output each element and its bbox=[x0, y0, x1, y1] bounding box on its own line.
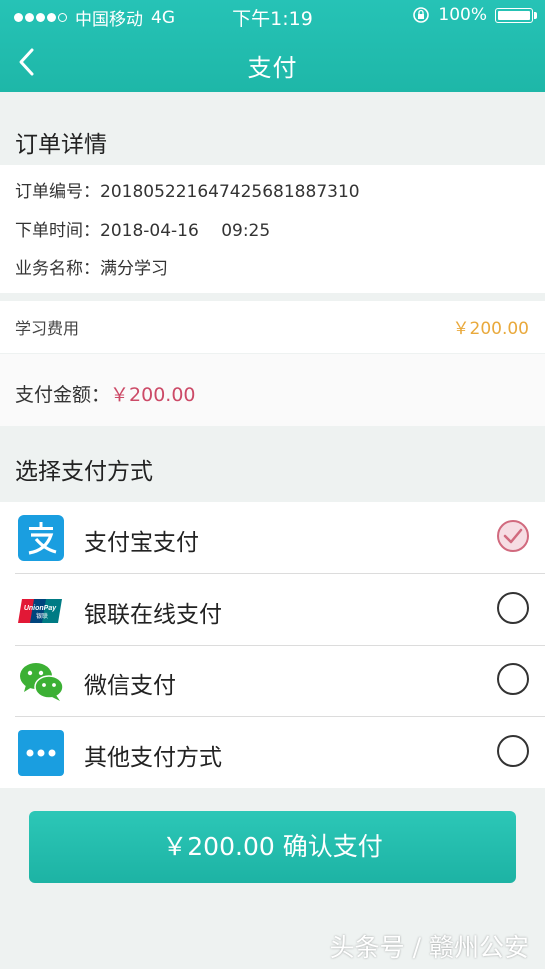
fee-row: 学习费用 ￥200.00 bbox=[0, 301, 545, 353]
amount-value: ￥200.00 bbox=[110, 384, 196, 406]
nav-bar: 支付 bbox=[0, 36, 545, 88]
checkmark-icon bbox=[503, 528, 523, 544]
other-payment-label: 其他支付方式 bbox=[84, 745, 222, 771]
order-time-row: 下单时间：2018-04-16 09:25 bbox=[15, 216, 270, 241]
payment-option-other[interactable]: 其他支付方式 bbox=[15, 717, 545, 788]
order-time-value: 2018-04-16 09:25 bbox=[100, 221, 271, 241]
unionpay-label: 银联在线支付 bbox=[84, 602, 222, 628]
svg-text:UnionPay: UnionPay bbox=[24, 605, 57, 612]
amount-text: 支付金额：￥200.00 bbox=[15, 380, 196, 407]
battery-percentage: 100% bbox=[438, 5, 487, 25]
fee-value: ￥200.00 bbox=[452, 319, 529, 339]
payment-option-alipay[interactable]: 支付宝支付 bbox=[15, 502, 545, 574]
payment-options-card: 支付宝支付 UnionPay 银联 银联在线支付 微信支付 其他支付方式 bbox=[0, 502, 545, 788]
radio-wechat[interactable] bbox=[497, 663, 529, 695]
alipay-label: 支付宝支付 bbox=[84, 530, 199, 556]
payment-option-wechat[interactable]: 微信支付 bbox=[15, 645, 545, 717]
page-title: 支付 bbox=[247, 54, 298, 82]
confirm-payment-button[interactable]: ￥200.00 确认支付 bbox=[29, 811, 516, 883]
wechat-icon bbox=[20, 663, 64, 701]
header: 中国移动 4G 下午1:19 100% 支付 bbox=[0, 0, 545, 92]
status-bar: 中国移动 4G 下午1:19 100% bbox=[0, 0, 545, 30]
amount-row: 支付金额：￥200.00 bbox=[0, 354, 545, 426]
payment-option-unionpay[interactable]: UnionPay 银联 银联在线支付 bbox=[15, 574, 545, 646]
service-name-label: 业务名称： bbox=[15, 259, 100, 279]
unionpay-icon: UnionPay 银联 bbox=[18, 599, 62, 623]
order-section-title: 订单详情 bbox=[15, 132, 107, 158]
order-number-label: 订单编号： bbox=[15, 182, 100, 202]
service-name-value: 满分学习 bbox=[100, 259, 168, 279]
svg-text:银联: 银联 bbox=[36, 612, 48, 620]
wechat-label: 微信支付 bbox=[84, 673, 176, 699]
watermark: 头条号 / 赣州公安 bbox=[329, 933, 529, 962]
fee-label: 学习费用 bbox=[15, 319, 80, 338]
radio-unionpay[interactable] bbox=[497, 592, 529, 624]
order-details-card: 订单编号：201805221647425681887310 下单时间：2018-… bbox=[0, 165, 545, 293]
payment-section-title: 选择支付方式 bbox=[15, 459, 153, 485]
amount-label: 支付金额： bbox=[15, 384, 111, 406]
order-time-label: 下单时间： bbox=[15, 221, 100, 241]
order-number-value: 201805221647425681887310 bbox=[100, 182, 360, 202]
service-name-row: 业务名称：满分学习 bbox=[15, 254, 168, 279]
radio-alipay[interactable] bbox=[497, 520, 529, 552]
more-icon bbox=[18, 730, 64, 776]
battery-icon bbox=[495, 7, 537, 23]
rotation-lock-icon bbox=[413, 7, 430, 23]
alipay-icon bbox=[18, 515, 64, 561]
radio-other[interactable] bbox=[497, 735, 529, 767]
order-number-row: 订单编号：201805221647425681887310 bbox=[15, 177, 360, 202]
